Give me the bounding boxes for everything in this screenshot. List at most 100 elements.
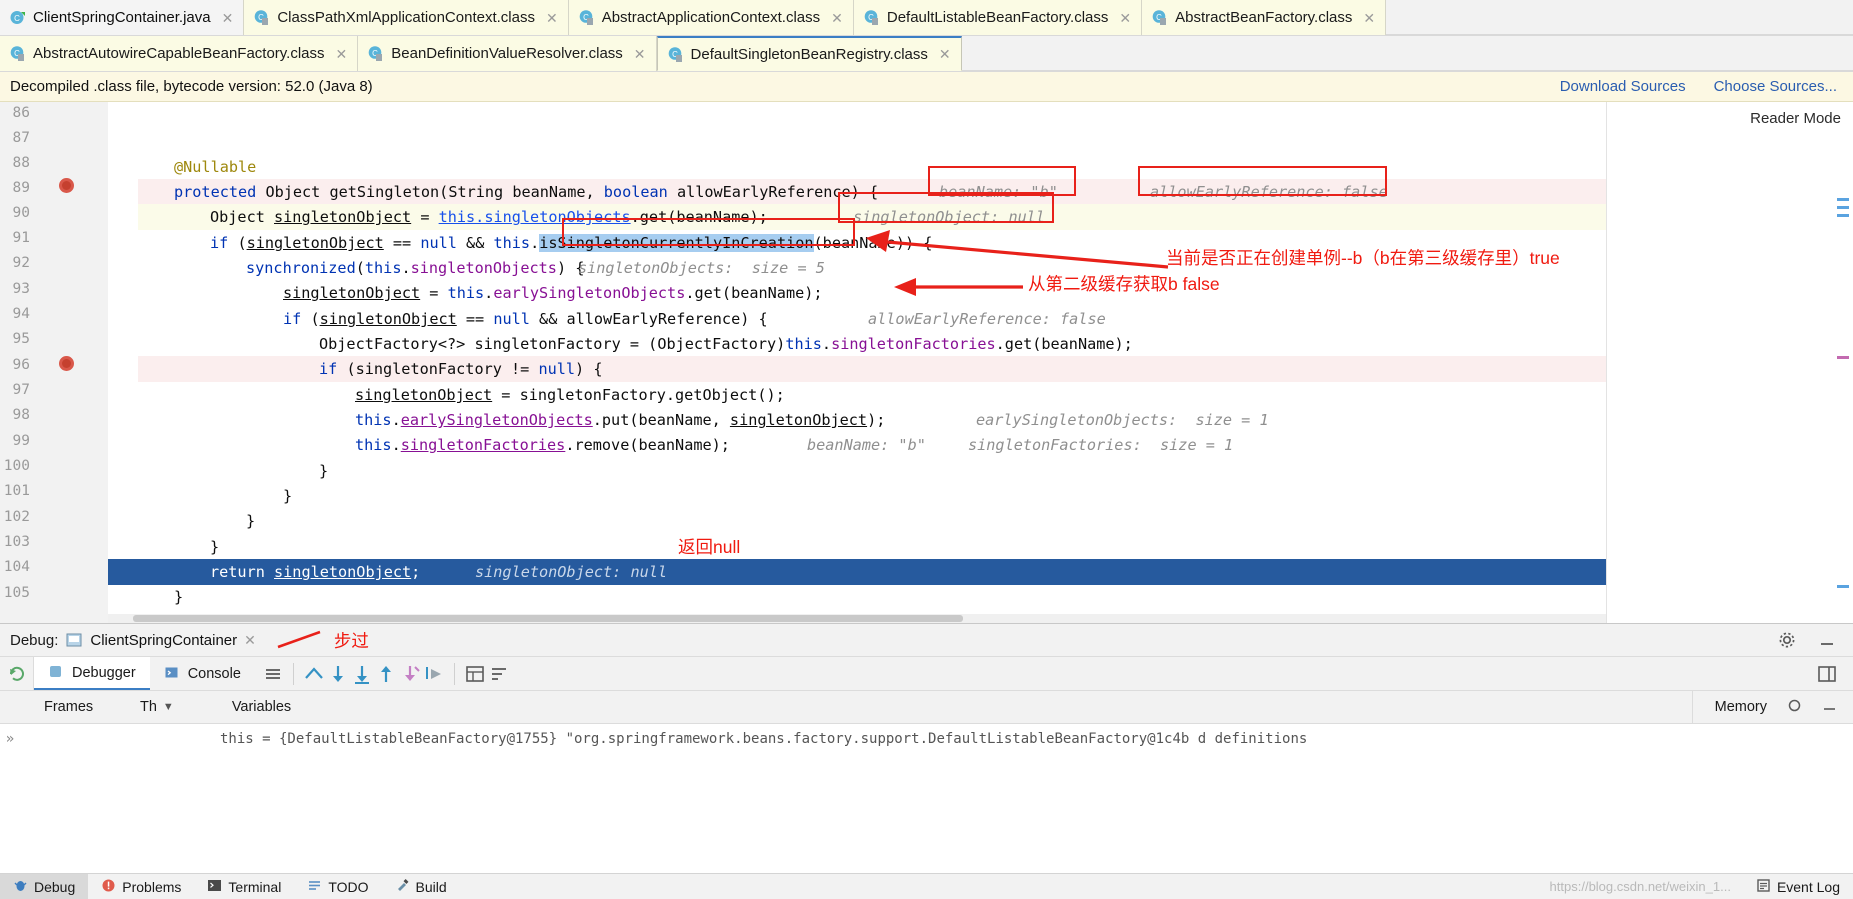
java-class-icon: C bbox=[9, 9, 26, 26]
step-over-icon[interactable] bbox=[326, 662, 350, 686]
threads-selector[interactable]: Th ▼ bbox=[140, 699, 174, 715]
debug-panel-columns: Frames Th ▼ Variables Memory bbox=[0, 691, 1853, 724]
close-icon[interactable]: ✕ bbox=[244, 632, 256, 649]
minimize-icon[interactable] bbox=[1815, 628, 1839, 652]
editor-tab-7-active[interactable]: C DefaultSingletonBeanRegistry.class ✕ bbox=[656, 36, 962, 71]
close-icon[interactable]: ✕ bbox=[336, 47, 348, 61]
layout-settings-icon[interactable] bbox=[261, 662, 285, 686]
editor-tab-4[interactable]: C AbstractBeanFactory.class ✕ bbox=[1142, 0, 1387, 35]
editor-tab-0[interactable]: C ClientSpringContainer.java ✕ bbox=[0, 0, 245, 35]
marker-stripe[interactable] bbox=[1837, 198, 1849, 201]
show-execution-point-icon[interactable] bbox=[302, 662, 326, 686]
marker-stripe[interactable] bbox=[1837, 356, 1849, 359]
console-icon bbox=[164, 665, 181, 682]
editor-tab-label: AbstractAutowireCapableBeanFactory.class bbox=[33, 45, 325, 62]
status-label: TODO bbox=[328, 878, 369, 895]
editor-tab-3[interactable]: C DefaultListableBeanFactory.class ✕ bbox=[853, 0, 1143, 35]
class-file-icon: C bbox=[667, 46, 684, 63]
status-bar[interactable]: Debug Problems Terminal TODO Build https… bbox=[0, 873, 1853, 899]
close-icon[interactable]: ✕ bbox=[1363, 11, 1375, 25]
settings-gear-icon[interactable] bbox=[1775, 628, 1799, 652]
close-icon[interactable]: ✕ bbox=[546, 11, 558, 25]
status-item-event-log[interactable]: Event Log bbox=[1743, 874, 1853, 899]
rerun-rail[interactable] bbox=[0, 657, 34, 690]
step-into-icon[interactable] bbox=[350, 662, 374, 686]
marker-stripe[interactable] bbox=[1837, 214, 1849, 217]
debugger-icon bbox=[48, 664, 65, 681]
panel-layout-icon[interactable] bbox=[1815, 662, 1839, 686]
inline-value-allowEarlyReference-88: allowEarlyReference: false bbox=[1150, 183, 1388, 201]
status-item-terminal[interactable]: Terminal bbox=[194, 874, 294, 899]
debugger-toolbar[interactable]: Debugger Console bbox=[0, 657, 1853, 691]
debug-tool-window[interactable]: Debug: ClientSpringContainer ✕ 步过 Debugg… bbox=[0, 623, 1853, 754]
run-to-cursor-icon[interactable] bbox=[422, 662, 446, 686]
editor-tab-6[interactable]: C BeanDefinitionValueResolver.class ✕ bbox=[358, 36, 657, 71]
variables-row[interactable]: » this = {DefaultListableBeanFactory@175… bbox=[0, 724, 1853, 754]
minimize-icon[interactable] bbox=[1822, 698, 1837, 717]
variables-column-header[interactable]: Variables bbox=[174, 699, 291, 715]
status-label: Build bbox=[415, 878, 447, 895]
editor-tab-bar-row2[interactable]: C AbstractAutowireCapableBeanFactory.cla… bbox=[0, 36, 1853, 72]
status-item-problems[interactable]: Problems bbox=[88, 874, 194, 899]
chevron-down-icon[interactable]: ▼ bbox=[163, 701, 174, 713]
line-number: 86 bbox=[12, 105, 30, 121]
inline-value-allowEarlyReference-93: allowEarlyReference: false bbox=[868, 310, 1106, 328]
close-icon[interactable]: ✕ bbox=[1119, 11, 1131, 25]
run-config-icon bbox=[66, 632, 83, 649]
code-line-89: Object singletonObject = this.singletonO… bbox=[210, 208, 768, 226]
editor-fold-column[interactable] bbox=[108, 102, 205, 623]
editor-tab-2[interactable]: C AbstractApplicationContext.class ✕ bbox=[568, 0, 854, 35]
marker-stripe[interactable] bbox=[1837, 206, 1849, 209]
scrollbar-thumb[interactable] bbox=[133, 615, 963, 622]
memory-column-header[interactable]: Memory bbox=[1691, 691, 1853, 723]
evaluate-expression-icon[interactable] bbox=[463, 662, 487, 686]
problems-icon bbox=[101, 878, 116, 896]
code-line-100: } bbox=[283, 487, 293, 505]
status-item-debug[interactable]: Debug bbox=[0, 874, 89, 899]
reader-mode-label[interactable]: Reader Mode bbox=[1750, 110, 1841, 127]
tab-console[interactable]: Console bbox=[150, 657, 255, 690]
choose-sources-link[interactable]: Choose Sources... bbox=[1714, 78, 1837, 95]
inline-value-singletonObject-104: singletonObject: null bbox=[475, 563, 668, 581]
code-line-99: } bbox=[319, 462, 329, 480]
editor-right-pane: Reader Mode bbox=[1606, 102, 1853, 623]
annotation-step-over: 步过 bbox=[333, 630, 369, 651]
line-number: 99 bbox=[12, 433, 30, 449]
code-text-area[interactable]: } @Nullable protected Object getSingleto… bbox=[108, 102, 1606, 623]
force-step-into-icon[interactable] bbox=[398, 662, 422, 686]
step-out-icon[interactable] bbox=[374, 662, 398, 686]
editor-tab-1[interactable]: C ClassPathXmlApplicationContext.class ✕ bbox=[244, 0, 569, 35]
breakpoint-line-89[interactable] bbox=[59, 178, 74, 193]
watermark-text: https://blog.csdn.net/weixin_1... bbox=[1549, 879, 1731, 894]
close-icon[interactable]: ✕ bbox=[222, 11, 234, 25]
tab-label: Console bbox=[187, 665, 241, 682]
close-icon[interactable]: ✕ bbox=[939, 47, 951, 61]
status-item-todo[interactable]: TODO bbox=[294, 874, 381, 899]
editor-tab-5[interactable]: C AbstractAutowireCapableBeanFactory.cla… bbox=[0, 36, 359, 71]
inline-value-beanName-98: beanName: "b" bbox=[807, 436, 926, 454]
frames-column-header[interactable]: Frames bbox=[0, 699, 140, 715]
close-icon[interactable]: ✕ bbox=[831, 11, 843, 25]
editor-tab-label: DefaultSingletonBeanRegistry.class bbox=[690, 45, 928, 63]
sort-values-icon[interactable] bbox=[487, 662, 511, 686]
code-line-104: return singletonObject; bbox=[210, 563, 421, 581]
expand-chevron-icon[interactable]: » bbox=[0, 731, 20, 747]
code-editor[interactable]: 86 87 88 89 90 91 92 93 94 95 96 97 98 9… bbox=[0, 102, 1853, 623]
editor-tab-label: BeanDefinitionValueResolver.class bbox=[391, 45, 623, 62]
close-icon[interactable]: ✕ bbox=[634, 47, 646, 61]
download-sources-link[interactable]: Download Sources bbox=[1560, 78, 1686, 95]
editor-tab-bar-row1[interactable]: C ClientSpringContainer.java ✕ C ClassPa… bbox=[0, 0, 1853, 36]
inline-value-beanName-88: beanName: "b" bbox=[939, 183, 1058, 201]
code-line-101: } bbox=[246, 512, 256, 530]
line-number: 87 bbox=[12, 130, 30, 146]
editor-gutter[interactable]: 86 87 88 89 90 91 92 93 94 95 96 97 98 9… bbox=[0, 102, 125, 623]
breakpoint-line-96[interactable] bbox=[59, 356, 74, 371]
code-line-97: this.earlySingletonObjects.put(beanName,… bbox=[355, 411, 886, 429]
memory-settings-icon[interactable] bbox=[1787, 698, 1802, 717]
marker-stripe[interactable] bbox=[1837, 585, 1849, 588]
debug-session-tab[interactable]: ClientSpringContainer ✕ bbox=[66, 632, 256, 649]
tab-debugger[interactable]: Debugger bbox=[34, 657, 150, 690]
editor-horizontal-scrollbar[interactable] bbox=[108, 614, 1606, 623]
status-item-build[interactable]: Build bbox=[382, 874, 460, 899]
class-file-icon: C bbox=[578, 9, 595, 26]
